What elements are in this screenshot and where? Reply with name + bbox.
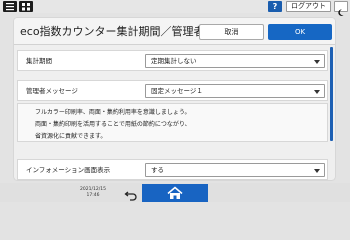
chevron-down-icon xyxy=(314,169,320,173)
message-line: 省資源化に貢献できます。 xyxy=(35,133,107,140)
admin-message-row: 管理者メッセージ 固定メッセージ１ xyxy=(17,80,328,101)
time-text: 17:46 xyxy=(86,192,100,198)
aggregation-period-label: 集計期間 xyxy=(26,57,52,65)
moon-icon xyxy=(338,9,344,16)
clock: 2021/12/15 17:46 xyxy=(78,187,108,198)
aggregation-period-row: 集計期間 定期集計しない xyxy=(17,50,328,71)
admin-message-value: 固定メッセージ１ xyxy=(151,87,203,95)
aggregation-period-value: 定期集計しない xyxy=(151,57,197,65)
message-line: フルカラー印刷率、両面・集約利用率を意識しましょう。 xyxy=(35,109,191,116)
menu-icon xyxy=(6,3,14,11)
admin-message-select[interactable]: 固定メッセージ１ xyxy=(145,84,325,98)
help-icon: ? xyxy=(272,2,278,11)
info-screen-display-row: インフォメーション画面表示 する xyxy=(17,159,328,180)
cancel-button[interactable]: 取消 xyxy=(199,24,264,40)
info-screen-display-value: する xyxy=(151,166,164,174)
logout-button[interactable]: ログアウト xyxy=(286,1,331,12)
aggregation-period-select[interactable]: 定期集計しない xyxy=(145,54,325,68)
admin-message-preview: フルカラー印刷率、両面・集約利用率を意識しましょう。 両面・集約印刷を活用するこ… xyxy=(17,103,328,142)
admin-message-label: 管理者メッセージ xyxy=(26,87,78,95)
message-line: 両面・集約印刷を活用することで用紙の節約につながり、 xyxy=(35,121,191,128)
chevron-down-icon xyxy=(314,60,320,64)
settings-dialog: eco指数カウンター集計期間／管理者メ... 取消 OK 集計期間 定期集計しな… xyxy=(14,18,335,180)
date-text: 2021/12/15 xyxy=(80,187,106,192)
night-mode-button[interactable] xyxy=(334,1,348,16)
ok-button[interactable]: OK xyxy=(268,24,332,40)
home-icon xyxy=(167,186,183,199)
chevron-down-icon xyxy=(314,90,320,94)
info-screen-display-label: インフォメーション画面表示 xyxy=(26,166,111,174)
menu-button[interactable] xyxy=(3,1,17,12)
dialog-header: eco指数カウンター集計期間／管理者メ... 取消 OK xyxy=(14,18,335,45)
apps-button[interactable] xyxy=(19,1,33,12)
home-button[interactable] xyxy=(142,184,208,202)
scrollbar[interactable] xyxy=(330,47,333,141)
back-button[interactable] xyxy=(124,186,138,201)
grid-icon xyxy=(22,3,30,11)
help-button[interactable]: ? xyxy=(268,1,282,12)
dialog-title: eco指数カウンター集計期間／管理者メ... xyxy=(20,25,210,38)
info-screen-display-select[interactable]: する xyxy=(145,163,325,177)
back-icon xyxy=(124,191,137,201)
